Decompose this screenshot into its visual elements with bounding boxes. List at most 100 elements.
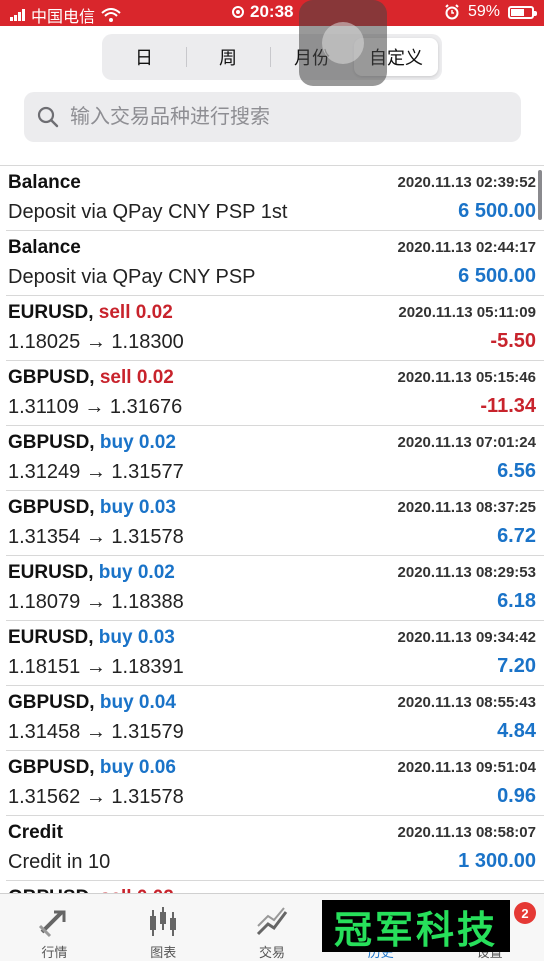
row-amount: -5.50 [490,330,536,352]
volume-label: 0.04 [138,692,176,713]
alarm-icon [445,4,459,20]
symbol-label: Balance [8,172,81,193]
screen-record-icon [232,6,244,18]
history-row[interactable]: GBPUSD, buy 0.03 2020.11.13 08:37:25 1.313… [6,491,544,556]
row-detail: 1.31109 → 1.31676 [8,396,183,418]
row-amount: 6 500.00 [458,200,536,222]
side-label: buy [99,757,134,778]
volume-label: 0.06 [138,757,176,778]
row-detail: Deposit via QPay CNY PSP [8,266,256,288]
symbol-label: GBPUSD, [8,497,95,518]
row-title: GBPUSD, buy 0.04 [8,692,176,714]
row-time: 2020.11.13 05:15:46 [397,369,536,386]
battery-icon [508,5,537,19]
history-row[interactable]: EURUSD, buy 0.03 2020.11.13 09:34:42 1.181… [6,621,544,686]
battery-percent: 59% [467,3,500,20]
volume-label: 0.02 [136,367,174,388]
row-time: 2020.11.13 05:11:09 [398,304,536,321]
row-time: 2020.11.13 08:37:25 [397,499,536,516]
clock: 20:38 [250,2,294,21]
row-time: 2020.11.13 09:51:04 [397,759,536,776]
side-label: sell [98,302,131,323]
symbol-label: EURUSD, [8,562,94,583]
row-title: EURUSD, sell 0.02 [8,302,173,324]
row-title: GBPUSD, buy 0.06 [8,757,176,779]
history-row[interactable]: GBPUSD, sell 0.02 2020.11.13 05:15:46 1.31… [6,361,544,426]
row-time: 2020.11.13 07:01:24 [397,434,536,451]
notification-badge: 2 [513,902,536,924]
history-row[interactable]: EURUSD, buy 0.02 2020.11.13 08:29:53 1.180… [6,556,544,621]
row-title: Balance [8,237,81,259]
tab-label: 行情 [41,945,68,960]
row-time: 2020.11.13 08:58:07 [397,824,536,841]
wifi-icon [101,8,121,22]
history-list: Balance 2020.11.13 02:39:52 Deposit via QP… [0,165,544,894]
side-label: buy [99,432,134,453]
history-row[interactable]: GBPUSD, buy 0.02 2020.11.13 07:01:24 1.312… [6,426,544,491]
side-label: buy [99,692,134,713]
volume-label: 0.02 [137,562,175,583]
row-title: Credit [8,822,63,844]
row-title: EURUSD, buy 0.03 [8,627,175,649]
volume-label: 0.03 [138,497,176,518]
row-detail: 1.18151 → 1.18391 [8,656,184,678]
volume-label: 0.02 [135,302,173,323]
segment-day[interactable]: 日 [102,38,186,76]
row-amount: 6.56 [497,460,536,482]
row-detail: 1.31249 → 1.31577 [8,461,184,483]
history-row[interactable]: Balance 2020.11.13 02:39:52 Deposit via QP… [6,166,544,231]
search-icon [37,106,59,128]
symbol-label: GBPUSD, [8,757,95,778]
quotes-icon [39,910,66,938]
tab-trade[interactable]: 交易 [218,894,327,961]
signal-icon [10,9,25,21]
period-segmented-control: 日 周 月份 自定义 [102,34,442,80]
side-label: sell [99,367,132,388]
row-amount: -11.34 [480,395,536,417]
symbol-label: EURUSD, [8,627,94,648]
tab-quotes[interactable]: 行情 [0,894,109,961]
row-detail: 1.18025 → 1.18300 [8,331,184,353]
volume-label: 0.02 [138,432,176,453]
row-time: 2020.11.13 02:44:17 [397,239,536,256]
tab-label: 交易 [258,945,285,960]
symbol-label: EURUSD, [8,302,94,323]
symbol-label: GBPUSD, [8,367,95,388]
symbol-label: GBPUSD, [8,692,95,713]
history-row[interactable]: GBPUSD, buy 0.06 2020.11.13 09:51:04 1.315… [6,751,544,816]
tab-chart[interactable]: 图表 [109,894,218,961]
row-title: GBPUSD, buy 0.02 [8,432,176,454]
status-bar: 中国电信 20:38 59% [0,0,544,26]
row-title: GBPUSD, buy 0.03 [8,497,176,519]
search-input[interactable] [68,104,492,130]
row-time: 2020.11.13 08:29:53 [397,564,536,581]
search-bar [24,92,521,142]
row-detail: 1.31354 → 1.31578 [8,526,184,548]
segment-week[interactable]: 周 [186,38,270,76]
history-row[interactable]: Credit 2020.11.13 08:58:07 Credit in 10 1 3… [6,816,544,881]
row-title: EURUSD, buy 0.02 [8,562,175,584]
row-detail: 1.18079 → 1.18388 [8,591,184,613]
carrier-label: 中国电信 [31,9,96,26]
volume-label: 0.03 [137,627,175,648]
side-label: buy [99,497,134,518]
row-amount: 7.20 [497,655,536,677]
assistive-touch-button[interactable] [299,0,387,86]
row-title: GBPUSD, sell 0.02 [8,367,174,389]
row-amount: 6 500.00 [458,265,536,287]
watermark-logo: 冠军科技 [322,900,510,952]
row-amount: 4.84 [497,720,536,742]
symbol-label: GBPUSD, [8,432,95,453]
row-title: Balance [8,172,81,194]
row-amount: 0.96 [497,785,536,807]
history-row[interactable]: GBPUSD, buy 0.04 2020.11.13 08:55:43 1.314… [6,686,544,751]
side-label: buy [98,562,133,583]
history-row[interactable]: EURUSD, sell 0.02 2020.11.13 05:11:09 1.18… [6,296,544,361]
history-row[interactable]: Balance 2020.11.13 02:44:17 Deposit via QP… [6,231,544,296]
row-detail: Deposit via QPay CNY PSP 1st [8,201,288,223]
row-amount: 6.72 [497,525,536,547]
list-scrollbar[interactable] [538,170,542,220]
row-amount: 1 300.00 [458,850,536,872]
trade-icon [256,907,288,936]
side-label: buy [98,627,133,648]
